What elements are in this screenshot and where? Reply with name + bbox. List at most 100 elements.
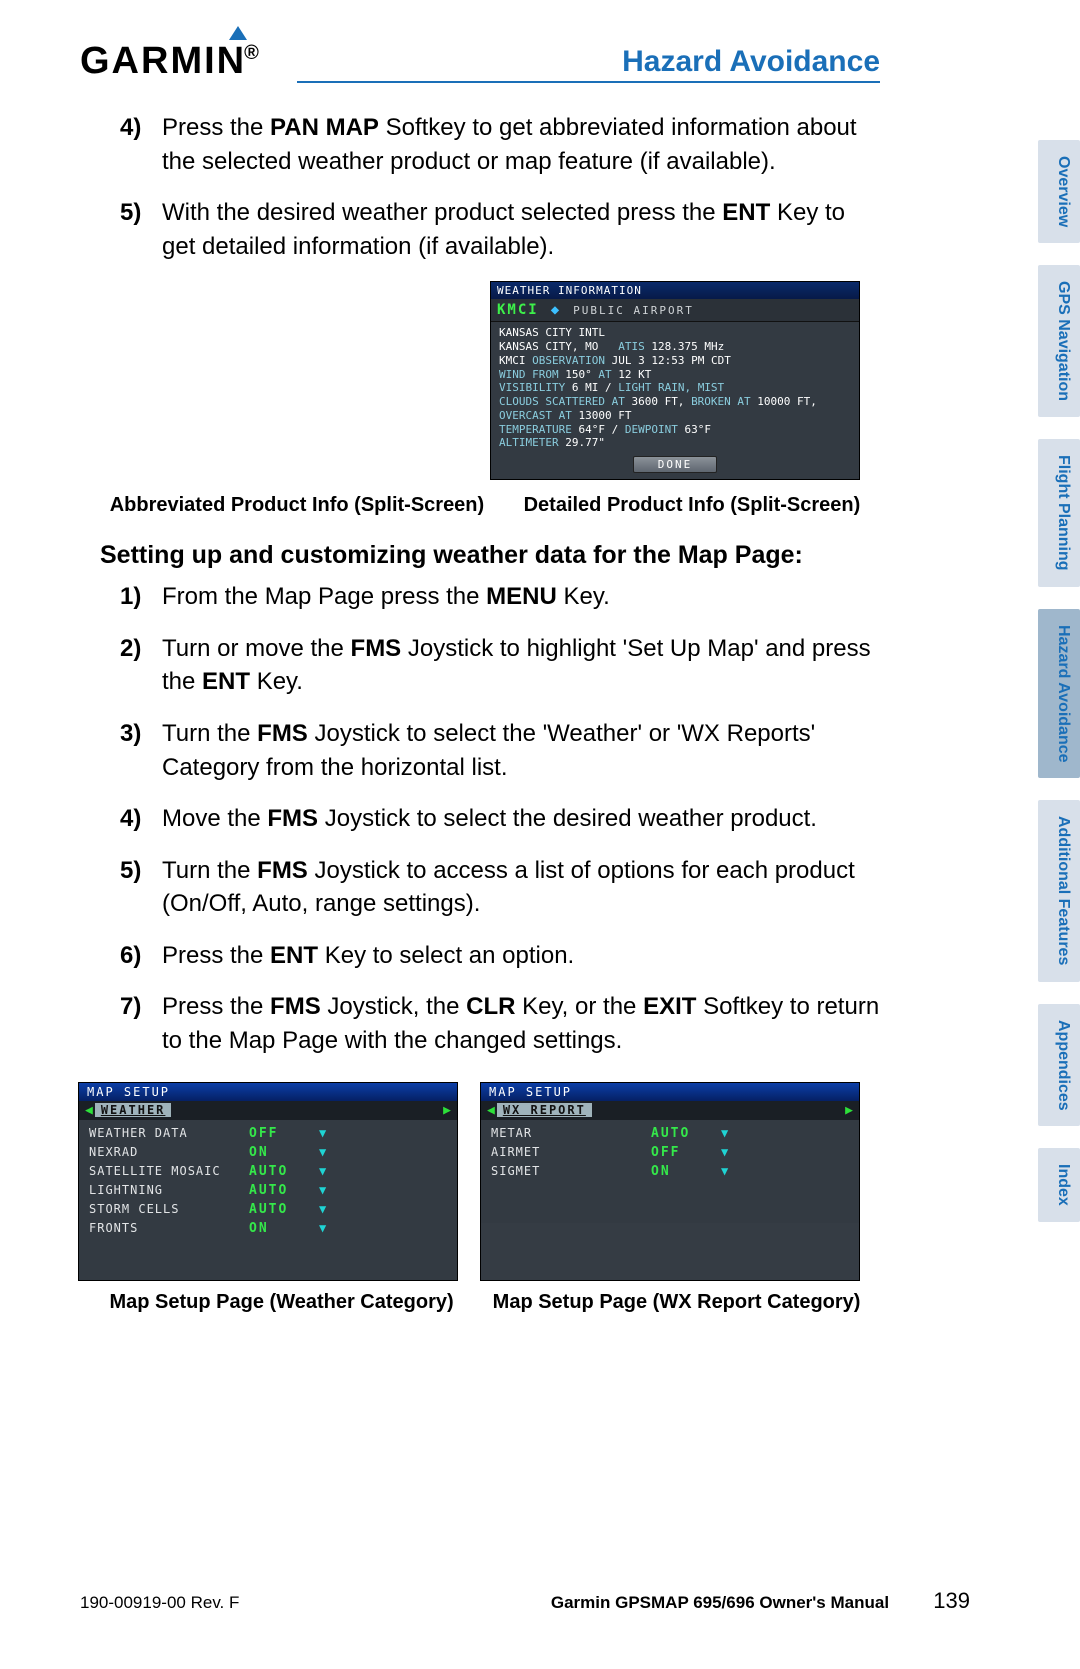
side-tab-overview[interactable]: Overview [1038,140,1080,243]
weather-line: CLOUDS SCATTERED AT 3600 FT, BROKEN AT 1… [499,395,851,409]
step-item: 4)Move the FMS Joystick to select the de… [120,802,880,836]
side-tab-hazard-avoidance[interactable]: Hazard Avoidance [1038,609,1080,779]
dropdown-icon[interactable]: ▼ [319,1183,327,1197]
step-text: Move the FMS Joystick to select the desi… [162,802,880,836]
weather-line: VISIBILITY 6 MI / LIGHT RAIN, MIST [499,381,851,395]
step-item: 5)Turn the FMS Joystick to access a list… [120,854,880,921]
step-text: With the desired weather product selecte… [162,196,880,263]
weather-line: KANSAS CITY, MO ATIS 128.375 MHz [499,340,851,354]
setting-value: ON [651,1164,721,1179]
caption-weather: Map Setup Page (Weather Category) [110,1291,454,1314]
step-text: Turn the FMS Joystick to select the 'Wea… [162,717,880,784]
step-number: 6) [120,939,162,973]
weather-line: WIND FROM 150° AT 12 KT [499,368,851,382]
setup-row[interactable]: SIGMETON▼ [481,1162,859,1181]
map-setup-weather: MAP SETUP◀WEATHER▶WEATHER DATAOFF▼NEXRAD… [78,1082,458,1281]
step-number: 5) [120,854,162,921]
tab-name[interactable]: WX REPORT [497,1103,592,1117]
setup-row[interactable]: NEXRADON▼ [79,1143,457,1162]
caption-row-top: Abbreviated Product Info (Split-Screen) … [80,488,1000,541]
setting-name: METAR [491,1126,651,1140]
step-text: Turn or move the FMS Joystick to highlig… [162,632,880,699]
step-number: 4) [120,111,162,178]
step-number: 3) [120,717,162,784]
page-number: 139 [933,1588,970,1614]
weather-line: OVERCAST AT 13000 FT [499,409,851,423]
arrow-right-icon[interactable]: ▶ [443,1103,451,1118]
weather-info-title: WEATHER INFORMATION [491,282,859,299]
weather-line: KANSAS CITY INTL [499,326,851,340]
steps-list-main: 1)From the Map Page press the MENU Key.2… [80,580,1000,1058]
logo-triangle-icon [229,26,247,40]
dropdown-icon[interactable]: ▼ [319,1202,327,1216]
map-setup-title: MAP SETUP [481,1083,859,1101]
map-setup-tab-bar: ◀WX REPORT ▶ [481,1101,859,1120]
map-setup-title: MAP SETUP [79,1083,457,1101]
dropdown-icon[interactable]: ▼ [319,1164,327,1178]
section-title: Hazard Avoidance [297,45,880,83]
setup-row[interactable]: AIRMETOFF▼ [481,1143,859,1162]
setup-row[interactable]: SATELLITE MOSAICAUTO▼ [79,1162,457,1181]
caption-abbrev: Abbreviated Product Info (Split-Screen) [110,494,484,517]
setting-value: ON [249,1221,319,1236]
step-text: From the Map Page press the MENU Key. [162,580,880,614]
step-text: Press the FMS Joystick, the CLR Key, or … [162,990,880,1057]
tab-name[interactable]: WEATHER [95,1103,172,1117]
airport-code: KMCI [497,302,539,318]
page-footer: 190-00919-00 Rev. F Garmin GPSMAP 695/69… [80,1588,970,1614]
map-setup-wxreport: MAP SETUP◀WX REPORT▶METARAUTO▼AIRMETOFF▼… [480,1082,860,1281]
airport-type: PUBLIC AIRPORT [573,304,694,317]
logo-text: GARMIN [80,40,246,82]
side-tab-additional-features[interactable]: Additional Features [1038,800,1080,981]
steps-list-top: 4)Press the PAN MAP Softkey to get abbre… [80,111,1000,263]
side-tab-index[interactable]: Index [1038,1148,1080,1222]
manual-title: Garmin GPSMAP 695/696 Owner's Manual [507,1593,934,1613]
side-tab-gps-navigation[interactable]: GPS Navigation [1038,265,1080,417]
setting-value: OFF [249,1126,319,1141]
dropdown-icon[interactable]: ▼ [319,1221,327,1235]
done-button[interactable]: DONE [633,456,718,473]
setup-row[interactable]: WEATHER DATAOFF▼ [79,1124,457,1143]
setup-row[interactable]: STORM CELLSAUTO▼ [79,1200,457,1219]
weather-line: TEMPERATURE 64°F / DEWPOINT 63°F [499,423,851,437]
map-setup-body: WEATHER DATAOFF▼NEXRADON▼SATELLITE MOSAI… [79,1120,457,1280]
setting-name: SIGMET [491,1164,651,1178]
step-number: 1) [120,580,162,614]
setup-row[interactable]: FRONTSON▼ [79,1219,457,1238]
setting-value: AUTO [651,1126,721,1141]
setting-value: ON [249,1145,319,1160]
side-tab-flight-planning[interactable]: Flight Planning [1038,439,1080,587]
dropdown-icon[interactable]: ▼ [319,1126,327,1140]
setting-value: OFF [651,1145,721,1160]
setting-name: LIGHTNING [89,1183,249,1197]
dropdown-icon[interactable]: ▼ [721,1145,729,1159]
step-item: 5)With the desired weather product selec… [120,196,880,263]
step-number: 7) [120,990,162,1057]
arrow-right-icon[interactable]: ▶ [845,1103,853,1118]
side-tab-appendices[interactable]: Appendices [1038,1004,1080,1127]
setting-name: STORM CELLS [89,1202,249,1216]
setting-value: AUTO [249,1183,319,1198]
page-header: GARMIN® Hazard Avoidance [80,40,1000,83]
step-number: 2) [120,632,162,699]
step-item: 3)Turn the FMS Joystick to select the 'W… [120,717,880,784]
weather-info-panel: WEATHER INFORMATION KMCI ◆ PUBLIC AIRPOR… [490,281,860,480]
dropdown-icon[interactable]: ▼ [721,1164,729,1178]
arrow-left-icon[interactable]: ◀ [487,1103,495,1118]
step-number: 5) [120,196,162,263]
setting-name: AIRMET [491,1145,651,1159]
setup-row[interactable]: METARAUTO▼ [481,1124,859,1143]
dropdown-icon[interactable]: ▼ [319,1145,327,1159]
map-setup-body: METARAUTO▼AIRMETOFF▼SIGMETON▼ [481,1120,859,1223]
step-item: 7)Press the FMS Joystick, the CLR Key, o… [120,990,880,1057]
step-text: Turn the FMS Joystick to access a list o… [162,854,880,921]
caption-row-bottom: Map Setup Page (Weather Category) Map Se… [80,1281,1000,1324]
dropdown-icon[interactable]: ▼ [721,1126,729,1140]
subheading: Setting up and customizing weather data … [80,541,1000,580]
step-text: Press the ENT Key to select an option. [162,939,880,973]
revision-number: 190-00919-00 Rev. F [80,1593,507,1613]
document-page: GARMIN® Hazard Avoidance 4)Press the PAN… [0,0,1000,1324]
setting-name: WEATHER DATA [89,1126,249,1140]
arrow-left-icon[interactable]: ◀ [85,1103,93,1118]
setup-row[interactable]: LIGHTNINGAUTO▼ [79,1181,457,1200]
